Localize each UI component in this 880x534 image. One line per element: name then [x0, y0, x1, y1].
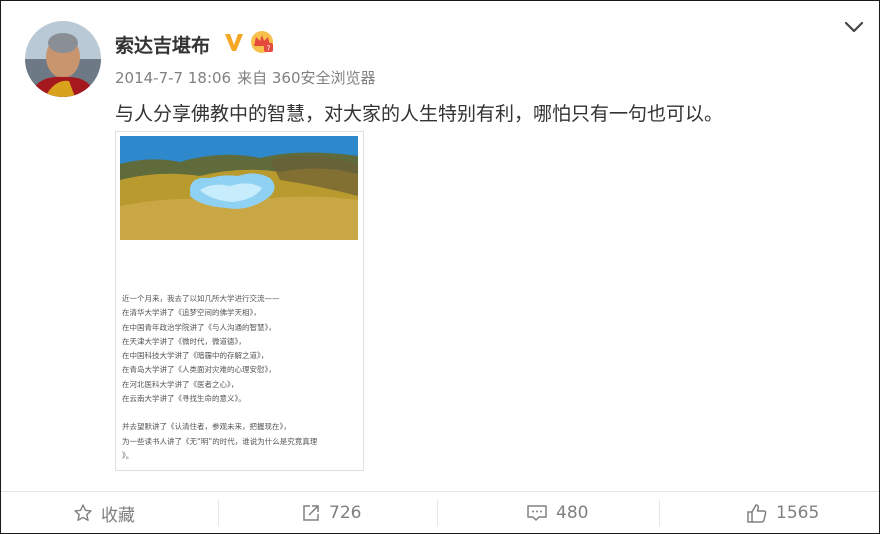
- divider: [437, 500, 438, 526]
- post-timestamp[interactable]: 2014-7-7 18:06: [115, 69, 231, 87]
- post-image[interactable]: 近一个月来，我去了以如几所大学进行交流—— 在清华大学讲了《追梦空间的佛学天相》…: [115, 131, 364, 471]
- repost-count: 726: [329, 503, 362, 523]
- image-text-line: [122, 406, 358, 420]
- repost-icon: [303, 505, 319, 521]
- image-text-line: 在清华大学讲了《追梦空间的佛学天相》，: [122, 308, 261, 318]
- post-meta: 2014-7-7 18:06 来自 360安全浏览器: [115, 67, 382, 88]
- svg-text:7: 7: [266, 45, 270, 53]
- comment-button[interactable]: 480: [526, 492, 588, 534]
- image-text-line: 》。: [122, 450, 134, 460]
- image-text-line: 在河北医科大学讲了《医者之心》，: [122, 379, 239, 389]
- username[interactable]: 索达吉堪布: [115, 31, 210, 58]
- thumbs-up-icon: [747, 504, 767, 523]
- action-bar: 收藏 726 480 1565: [1, 491, 879, 534]
- user-avatar[interactable]: [25, 21, 101, 97]
- verified-v-icon: [223, 31, 245, 53]
- chevron-down-icon[interactable]: [843, 19, 865, 35]
- image-text-line: 为一些读书人讲了《无“明”的时代，谁说为什么是究竟真理: [122, 436, 318, 446]
- image-text-block: 近一个月来，我去了以如几所大学进行交流—— 在清华大学讲了《追梦空间的佛学天相》…: [122, 292, 358, 463]
- image-text-line: 在中国青年政治学院讲了《与人沟通的智慧》，: [122, 322, 276, 332]
- weibo-post-card: 索达吉堪布 7 2014-7-7 18:06 来自 360安全浏览器 与人分享佛教…: [0, 0, 880, 534]
- image-text-line: 近一个月来，我去了以如几所大学进行交流——: [122, 294, 280, 303]
- like-count: 1565: [776, 503, 820, 523]
- star-icon: [74, 504, 92, 521]
- favorite-label: 收藏: [101, 505, 135, 526]
- image-text-line: 在青岛大学讲了《人类面对灾难的心理安慰》，: [122, 365, 276, 375]
- favorite-button[interactable]: 收藏: [73, 492, 135, 534]
- image-text-line: 在天津大学讲了《微时代，微道德》，: [122, 336, 246, 346]
- post-source[interactable]: 来自 360安全浏览器: [237, 69, 375, 87]
- image-text-line: 在中国科技大学讲了《暗霾中的存解之道》，: [122, 351, 269, 361]
- crown-badge-icon[interactable]: 7: [249, 29, 275, 55]
- landscape-photo: [120, 136, 358, 240]
- repost-button[interactable]: 726: [301, 492, 361, 534]
- image-text-line: 在云南大学讲了《寻找生命的意义》。: [122, 394, 246, 404]
- like-button[interactable]: 1565: [746, 492, 819, 534]
- divider: [659, 500, 660, 526]
- post-text: 与人分享佛教中的智慧，对大家的人生特别有利，哪怕只有一句也可以。: [115, 103, 724, 125]
- image-text-line: 并去望默讲了《认清住者，参观未来，把握现在》，: [122, 422, 291, 432]
- comment-count: 480: [556, 503, 589, 523]
- comment-icon: [527, 505, 547, 521]
- divider: [218, 500, 219, 526]
